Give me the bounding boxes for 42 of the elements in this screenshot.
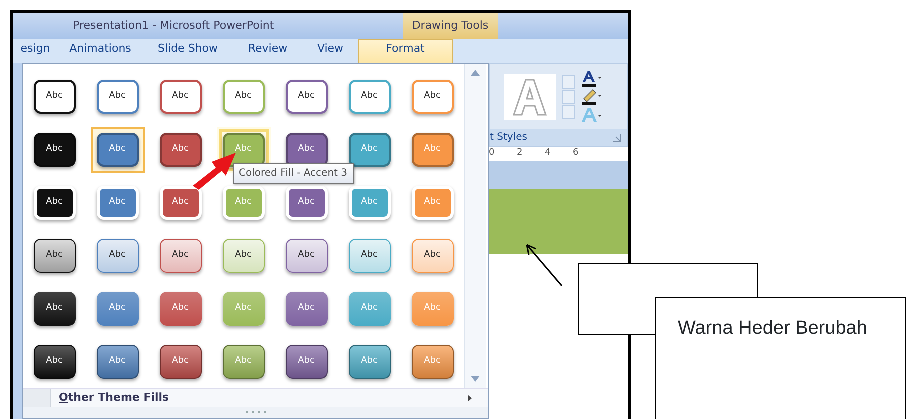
ruler-number: 0 (489, 147, 496, 160)
shape-style-swatch: Abc (160, 292, 202, 326)
shape-style-swatch: Abc (222, 238, 264, 272)
group-label: t Styles (490, 131, 528, 145)
shape-style-swatch: Abc (412, 344, 454, 378)
shape-style-swatch: Abc (412, 292, 454, 326)
shape-style-swatch: Abc (286, 238, 328, 272)
window-title: Presentation1 - Microsoft PowerPoint (73, 18, 276, 34)
shape-style-swatch: Abc (160, 238, 202, 272)
ruler-number: 4 (545, 147, 552, 160)
shape-style-swatch: Abc (286, 80, 328, 114)
shape-style-swatch: Abc (286, 344, 328, 378)
contextual-tab-title: Drawing Tools (412, 18, 489, 34)
shape-style-swatch: Abc (222, 344, 264, 378)
shape-style-swatch: Abc (222, 292, 264, 326)
shape-style-swatch: Abc (34, 80, 76, 114)
shape-style-swatch: Abc (34, 238, 76, 272)
shape-style-swatch: Abc (348, 80, 390, 114)
ruler-number: 6 (573, 147, 580, 160)
shape-style-swatch: Abc (348, 238, 390, 272)
shape-style-swatch: Abc (412, 132, 454, 166)
shape-style-swatch: Abc (96, 132, 138, 166)
shape-style-swatch: Abc (222, 80, 264, 114)
shape-style-swatch: Abc (412, 80, 454, 114)
ruler-number: 2 (517, 147, 524, 160)
shape-style-swatch: Abc (286, 292, 328, 326)
tooltip: Colored Fill - Accent 3 (233, 163, 354, 184)
callout-text: Warna Heder Berubah (655, 297, 906, 419)
shape-style-swatch: Abc (96, 292, 138, 326)
shape-style-swatch: Abc (96, 344, 138, 378)
shape-style-swatch: Abc (412, 238, 454, 272)
shape-style-swatch: Abc (348, 292, 390, 326)
shape-style-swatch: Abc (348, 132, 390, 166)
shape-style-swatch: Abc (34, 292, 76, 326)
shape-style-swatch: Abc (96, 80, 138, 114)
shape-style-swatch: Abc (160, 344, 202, 378)
shape-style-swatch: Abc (34, 132, 76, 166)
shape-style-swatch: Abc (160, 132, 202, 166)
shape-style-swatch: Abc (348, 344, 390, 378)
shape-style-swatch: Abc (160, 80, 202, 114)
shape-style-swatch: Abc (96, 238, 138, 272)
shape-style-swatch: Abc (34, 344, 76, 378)
